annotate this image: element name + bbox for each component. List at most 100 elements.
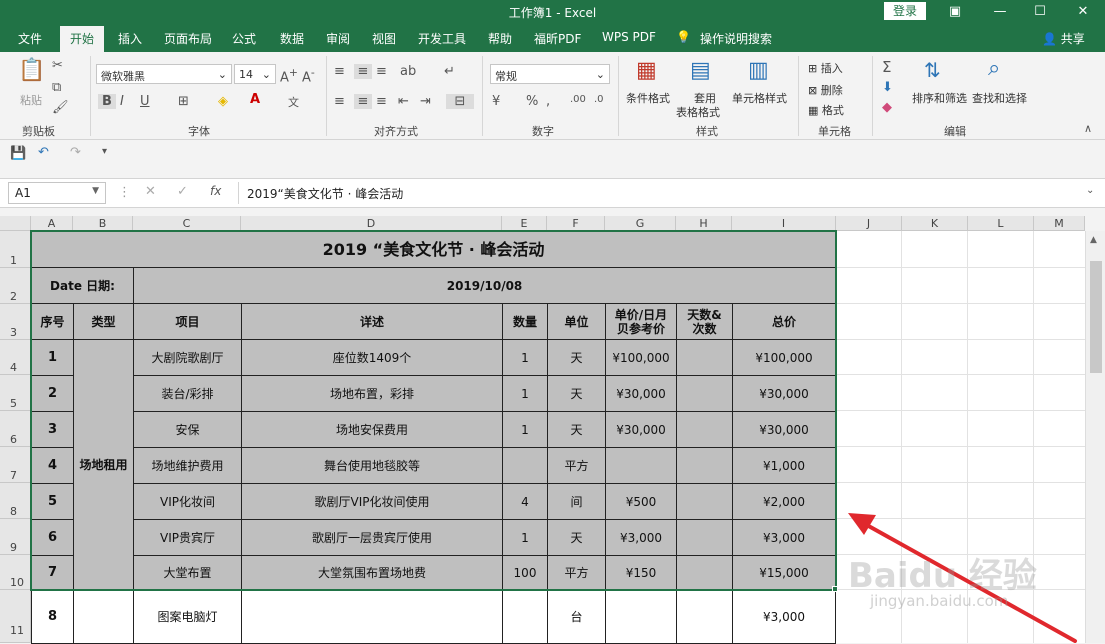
date-label-cell[interactable]: Date 日期: [31, 267, 134, 304]
increase-font-icon[interactable]: A+ [280, 66, 298, 85]
column-header[interactable]: G [605, 216, 676, 231]
font-name-select[interactable]: 微软雅黑 ⌄ [96, 64, 232, 84]
fill-handle[interactable] [832, 586, 838, 592]
comma-icon[interactable]: , [546, 94, 550, 109]
decrease-indent-icon[interactable]: ⇤ [398, 94, 409, 109]
decrease-font-icon[interactable]: A- [302, 66, 315, 85]
cell-price[interactable]: ¥30,000 [605, 411, 677, 448]
table-format-label-2[interactable]: 表格格式 [676, 104, 720, 120]
fill-icon[interactable]: ⬇ [882, 80, 893, 95]
column-header[interactable]: B [73, 216, 133, 231]
cell-days[interactable] [676, 375, 733, 412]
cell-days[interactable] [676, 339, 733, 376]
cell-item[interactable]: 装台/彩排 [133, 375, 242, 412]
column-header[interactable]: H [676, 216, 732, 231]
tab-page-layout[interactable]: 页面布局 [164, 30, 212, 47]
tab-developer[interactable]: 开发工具 [418, 30, 466, 47]
cell-unit[interactable]: 平方 [547, 555, 606, 591]
cell-unit[interactable]: 平方 [547, 447, 606, 484]
select-all-corner[interactable] [0, 216, 31, 231]
cell-no[interactable]: 2 [31, 375, 74, 412]
decrease-decimal-icon[interactable]: .0 [594, 94, 604, 105]
paste-icon[interactable]: 📋 [18, 58, 46, 83]
header-cell[interactable]: 天数&次数 [676, 303, 733, 340]
align-top-icon[interactable]: ≡ [334, 64, 345, 79]
cell-detail[interactable]: 场地布置，彩排 [241, 375, 503, 412]
scroll-up-icon[interactable]: ▲ [1090, 235, 1097, 245]
cell-no[interactable]: 1 [31, 339, 74, 376]
cell-detail[interactable]: 舞台使用地毯胶等 [241, 447, 503, 484]
fill-color-icon[interactable]: ◈ [218, 94, 228, 109]
minimize-icon[interactable]: — [985, 2, 1015, 22]
cell-total[interactable]: ¥30,000 [732, 375, 836, 412]
column-header[interactable]: L [968, 216, 1034, 231]
copy-icon[interactable]: ⧉ [52, 80, 61, 95]
align-center-icon[interactable]: ≡ [354, 94, 372, 109]
cell-item[interactable]: 图案电脑灯 [133, 590, 242, 644]
conditional-format-icon[interactable]: ▦ [636, 58, 657, 83]
find-select-icon[interactable]: ⌕ [988, 56, 1000, 81]
header-cell[interactable]: 单位 [547, 303, 606, 340]
enter-icon[interactable]: ✓ [177, 184, 188, 199]
cell-style-icon[interactable]: ▥ [748, 58, 769, 83]
date-value-cell[interactable]: 2019/10/08 [133, 267, 836, 304]
tab-view[interactable]: 视图 [372, 30, 396, 47]
cell-price[interactable]: ¥30,000 [605, 375, 677, 412]
vertical-scrollbar[interactable]: ▲ [1085, 231, 1105, 643]
column-header[interactable]: C [133, 216, 241, 231]
cell-unit[interactable]: 天 [547, 411, 606, 448]
row-header[interactable]: 6 [0, 411, 31, 447]
cell-item[interactable]: 安保 [133, 411, 242, 448]
cell-no[interactable]: 3 [31, 411, 74, 448]
tab-foxit-pdf[interactable]: 福昕PDF [534, 30, 581, 47]
row-header[interactable]: 3 [0, 304, 31, 340]
ribbon-display-icon[interactable]: ▣ [940, 2, 970, 22]
cell-total[interactable]: ¥30,000 [732, 411, 836, 448]
cell-no[interactable]: 5 [31, 483, 74, 520]
cell-days[interactable] [676, 519, 733, 556]
cell-detail[interactable]: 座位数1409个 [241, 339, 503, 376]
tab-review[interactable]: 审阅 [326, 30, 350, 47]
maximize-icon[interactable]: ☐ [1025, 2, 1055, 22]
cell-price[interactable] [605, 447, 677, 484]
cell-item[interactable]: 场地维护费用 [133, 447, 242, 484]
border-icon[interactable]: ⊞ [178, 94, 189, 109]
login-button[interactable]: 登录 [884, 2, 926, 20]
phonetic-icon[interactable]: 文 [288, 94, 299, 110]
cell-qty[interactable]: 1 [502, 375, 548, 412]
cell-detail[interactable] [241, 590, 503, 644]
cell-detail[interactable]: 歌剧厅一层贵宾厅使用 [241, 519, 503, 556]
insert-cells-button[interactable]: ⊞ 插入 [808, 60, 843, 76]
column-header[interactable]: A [31, 216, 73, 231]
orientation-icon[interactable]: ab [400, 64, 416, 79]
cell-detail[interactable]: 场地安保费用 [241, 411, 503, 448]
cell-type[interactable] [73, 590, 134, 644]
cell-days[interactable] [676, 447, 733, 484]
cell-total[interactable]: ¥100,000 [732, 339, 836, 376]
align-middle-icon[interactable]: ≡ [354, 64, 372, 79]
sort-filter-icon[interactable]: ⇅ [924, 58, 941, 82]
cell-no[interactable]: 8 [31, 590, 74, 644]
tab-help[interactable]: 帮助 [488, 30, 512, 47]
row-header[interactable]: 8 [0, 483, 31, 519]
cell-style-label[interactable]: 单元格样式 [732, 90, 787, 106]
cell-qty[interactable]: 1 [502, 411, 548, 448]
header-cell[interactable]: 类型 [73, 303, 134, 340]
increase-decimal-icon[interactable]: .00 [570, 94, 586, 105]
header-cell[interactable]: 单价/日月贝参考价 [605, 303, 677, 340]
align-bottom-icon[interactable]: ≡ [376, 64, 387, 79]
header-cell[interactable]: 项目 [133, 303, 242, 340]
row-header[interactable]: 2 [0, 268, 31, 304]
cell-price[interactable]: ¥3,000 [605, 519, 677, 556]
cell-unit[interactable]: 台 [547, 590, 606, 644]
column-header[interactable]: J [836, 216, 902, 231]
cell-price[interactable]: ¥150 [605, 555, 677, 591]
cell-price[interactable]: ¥100,000 [605, 339, 677, 376]
cell-qty[interactable]: 1 [502, 519, 548, 556]
percent-icon[interactable]: % [526, 94, 538, 109]
cell-total[interactable]: ¥1,000 [732, 447, 836, 484]
cell-detail[interactable]: 歌剧厅VIP化妆间使用 [241, 483, 503, 520]
column-header[interactable]: I [732, 216, 836, 231]
cell-unit[interactable]: 天 [547, 339, 606, 376]
save-icon[interactable]: 💾 [10, 146, 26, 161]
